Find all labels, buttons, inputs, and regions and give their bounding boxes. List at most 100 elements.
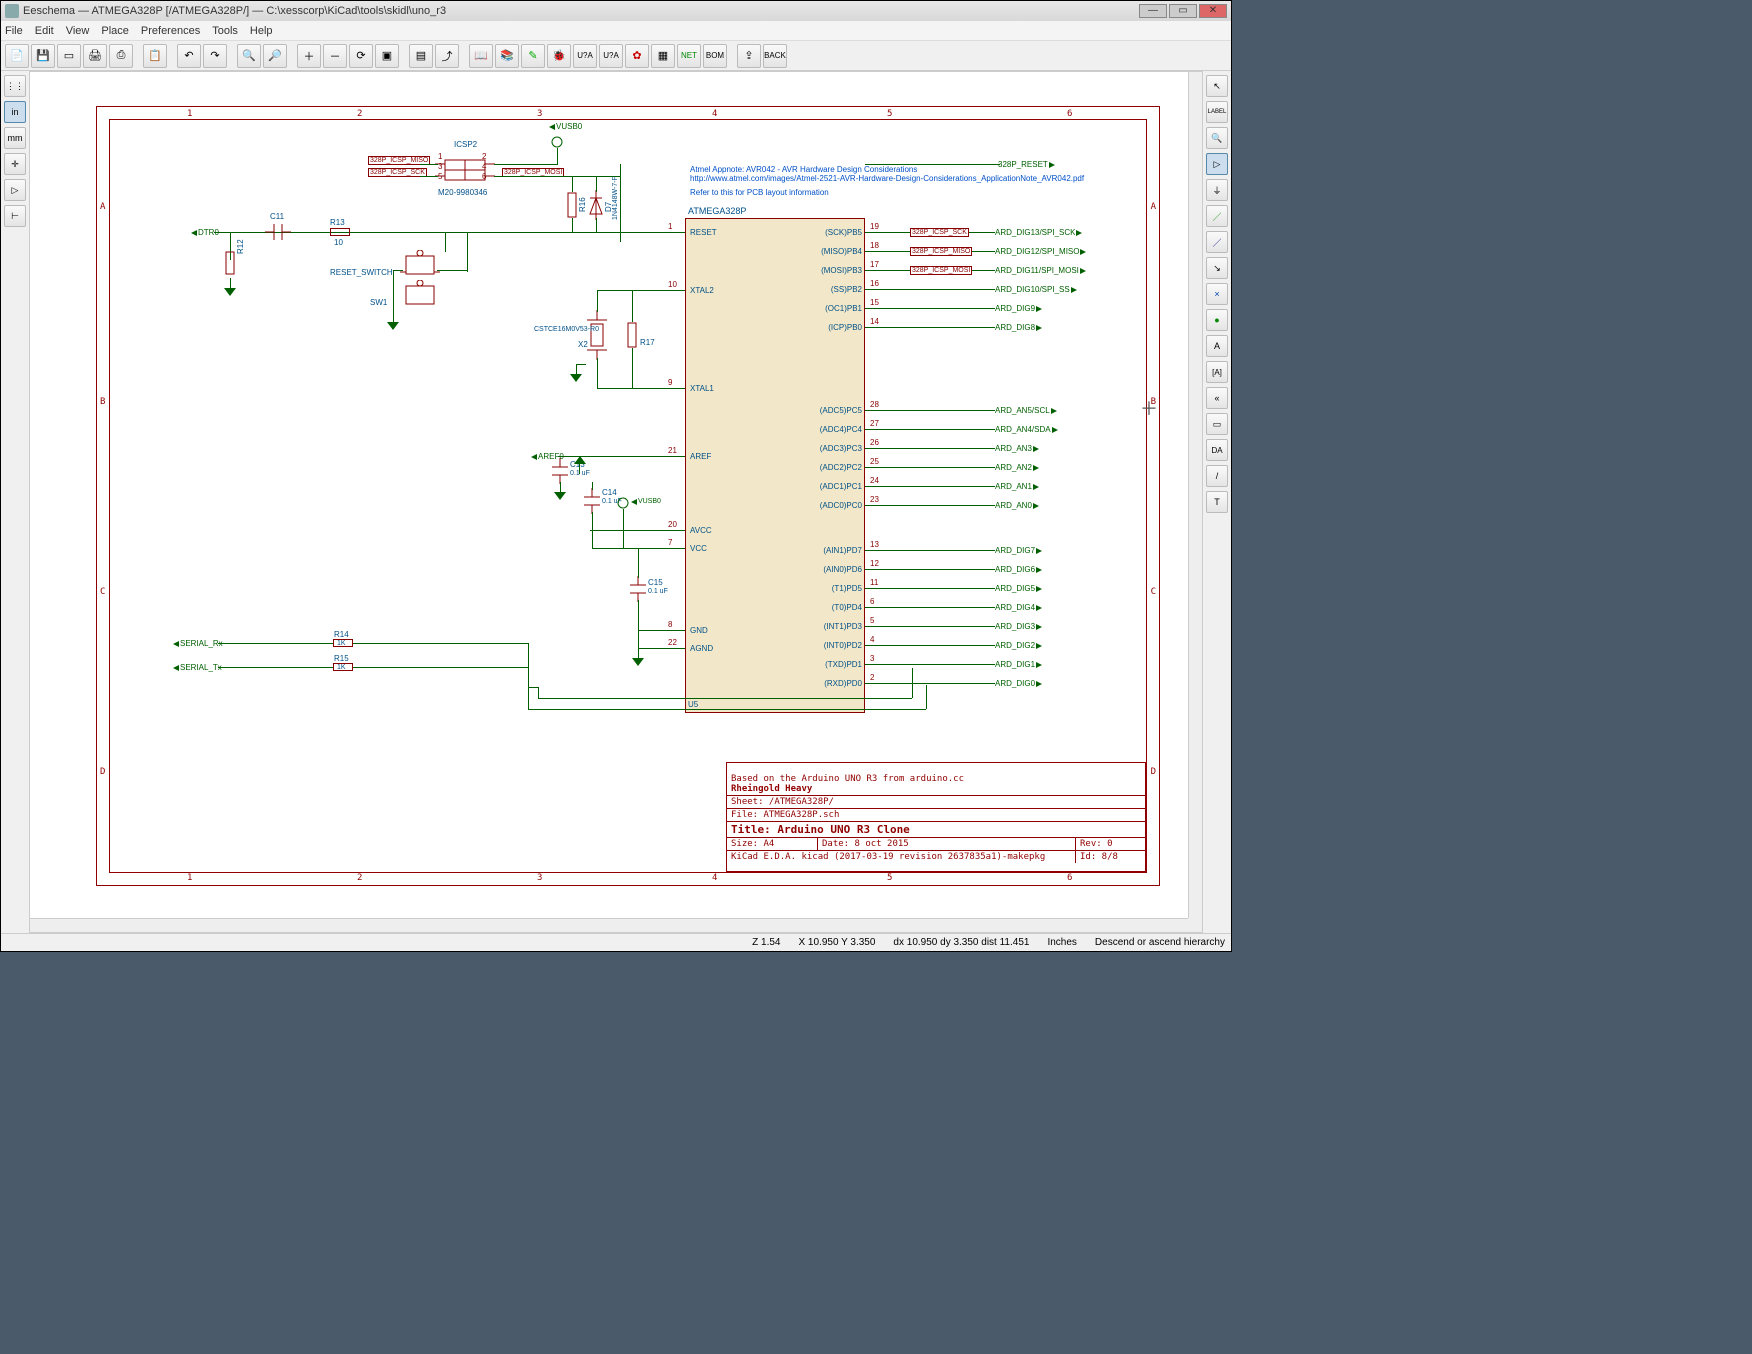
- capacitor-c14[interactable]: [584, 488, 600, 514]
- minimize-button[interactable]: —: [1139, 4, 1167, 18]
- hier-label[interactable]: ARD_AN0: [995, 501, 1042, 510]
- menu-preferences[interactable]: Preferences: [141, 25, 200, 37]
- back-icon[interactable]: BACK: [763, 44, 787, 68]
- hier-label[interactable]: ARD_DIG1: [995, 660, 1045, 669]
- close-button[interactable]: ✕: [1199, 4, 1227, 18]
- junction-icon[interactable]: ●: [1206, 309, 1228, 331]
- hier-label[interactable]: ARD_DIG3: [995, 622, 1045, 631]
- hier-label[interactable]: ARD_AN2: [995, 463, 1042, 472]
- hier-label[interactable]: ARD_AN1: [995, 482, 1042, 491]
- schematic-canvas[interactable]: 1 2 3 4 5 6 1 2 3 4 5 6 A B C D A: [29, 71, 1203, 933]
- global-label[interactable]: 328P_ICSP_MISO: [910, 247, 972, 256]
- hier-label[interactable]: ARD_DIG2: [995, 641, 1045, 650]
- global-label[interactable]: 328P_ICSP_MOSI: [910, 266, 972, 275]
- import-icon[interactable]: ⇪: [737, 44, 761, 68]
- find-icon[interactable]: 🔍: [237, 44, 261, 68]
- hier-label[interactable]: ARD_DIG12/SPI_MISO: [995, 247, 1089, 256]
- hier-label[interactable]: ARD_DIG0: [995, 679, 1045, 688]
- annotate-icon[interactable]: ✎: [521, 44, 545, 68]
- leave-sheet-icon[interactable]: ⤴: [435, 44, 459, 68]
- global-label-icon[interactable]: [A]: [1206, 361, 1228, 383]
- zoom-out-icon[interactable]: －: [323, 44, 347, 68]
- in-unit-icon[interactable]: in: [4, 101, 26, 123]
- menu-tools[interactable]: Tools: [212, 25, 238, 37]
- net-label-icon[interactable]: A: [1206, 335, 1228, 357]
- global-label[interactable]: 328P_ICSP_SCK: [368, 168, 427, 177]
- place-power-icon[interactable]: ⏚: [1206, 179, 1228, 201]
- menu-place[interactable]: Place: [101, 25, 129, 37]
- hier-label[interactable]: ARD_AN4/SDA: [995, 425, 1061, 434]
- zoom-redraw-icon[interactable]: ⟳: [349, 44, 373, 68]
- place-wire-icon[interactable]: ／: [1206, 205, 1228, 227]
- hierarchy-icon[interactable]: ▤: [409, 44, 433, 68]
- redo-icon[interactable]: ↷: [203, 44, 227, 68]
- hier-label[interactable]: ARD_DIG8: [995, 323, 1045, 332]
- grid-icon[interactable]: ⋮⋮: [4, 75, 26, 97]
- lib-browser-icon[interactable]: 📚: [495, 44, 519, 68]
- paste-icon[interactable]: 📋: [143, 44, 167, 68]
- no-connect-icon[interactable]: ×: [1206, 283, 1228, 305]
- graphic-line-icon[interactable]: /: [1206, 465, 1228, 487]
- hier-label[interactable]: ARD_DIG9: [995, 304, 1045, 313]
- hier-label[interactable]: ARD_DIG10/SPI_SS: [995, 285, 1080, 294]
- global-label[interactable]: 328P_ICSP_SCK: [910, 228, 969, 237]
- menu-view[interactable]: View: [66, 25, 90, 37]
- hier-pin-icon[interactable]: DA: [1206, 439, 1228, 461]
- menu-file[interactable]: File: [5, 25, 23, 37]
- hier-label[interactable]: ARD_DIG5: [995, 584, 1045, 593]
- find-replace-icon[interactable]: 🔎: [263, 44, 287, 68]
- menu-edit[interactable]: Edit: [35, 25, 54, 37]
- bus-dir-icon[interactable]: ⊢: [4, 205, 26, 227]
- page-settings-icon[interactable]: ▭: [57, 44, 81, 68]
- erc-icon[interactable]: 🐞: [547, 44, 571, 68]
- mm-unit-icon[interactable]: mm: [4, 127, 26, 149]
- hier-label[interactable]: ARD_DIG7: [995, 546, 1045, 555]
- place-bus-icon[interactable]: ／: [1206, 231, 1228, 253]
- cvpcb2-icon[interactable]: U?A: [599, 44, 623, 68]
- switch-sw1[interactable]: [400, 250, 440, 280]
- hier-label[interactable]: 328P_RESET: [998, 160, 1058, 169]
- bus-entry-icon[interactable]: ↘: [1206, 257, 1228, 279]
- hier-sheet-icon[interactable]: ▭: [1206, 413, 1228, 435]
- highlight-net-icon[interactable]: LABEL: [1206, 101, 1228, 123]
- net-icon[interactable]: NET: [677, 44, 701, 68]
- hier-label-icon[interactable]: «: [1206, 387, 1228, 409]
- undo-icon[interactable]: ↶: [177, 44, 201, 68]
- capacitor-c15[interactable]: [630, 576, 646, 602]
- new-icon[interactable]: 📄: [5, 44, 29, 68]
- hier-label[interactable]: ARD_DIG4: [995, 603, 1045, 612]
- zoom-in-icon[interactable]: ＋: [297, 44, 321, 68]
- hier-label[interactable]: SERIAL_Rx: [170, 639, 223, 648]
- horizontal-scrollbar[interactable]: [30, 918, 1188, 932]
- resistor-r13[interactable]: [330, 228, 350, 236]
- select-icon[interactable]: ↖: [1206, 75, 1228, 97]
- hier-label[interactable]: ARD_DIG13/SPI_SCK: [995, 228, 1085, 237]
- crystal-x2[interactable]: [585, 310, 609, 360]
- hier-label[interactable]: ARD_AN3: [995, 444, 1042, 453]
- zoom-fit-icon[interactable]: ▣: [375, 44, 399, 68]
- hier-label[interactable]: ARD_AN5/SCL: [995, 406, 1060, 415]
- diode-d7[interactable]: [588, 190, 604, 220]
- hier-label[interactable]: SERIAL_Tx: [170, 663, 222, 672]
- resistor-r12[interactable]: [224, 248, 236, 278]
- lib-editor-icon[interactable]: 📖: [469, 44, 493, 68]
- hier-label[interactable]: ARD_DIG11/SPI_MOSI: [995, 266, 1089, 275]
- menu-help[interactable]: Help: [250, 25, 273, 37]
- text-icon[interactable]: T: [1206, 491, 1228, 513]
- save-icon[interactable]: 💾: [31, 44, 55, 68]
- resistor-r16[interactable]: [566, 190, 578, 220]
- capacitor-c11[interactable]: [265, 219, 291, 245]
- zoom-area-icon[interactable]: 🔍: [1206, 127, 1228, 149]
- plot-icon[interactable]: ⎙: [109, 44, 133, 68]
- hidden-pins-icon[interactable]: ▷: [4, 179, 26, 201]
- netlist-icon[interactable]: ✿: [625, 44, 649, 68]
- resistor-r17[interactable]: [626, 320, 638, 350]
- switch-sw1b[interactable]: [400, 280, 440, 310]
- print-icon[interactable]: 🖨: [83, 44, 107, 68]
- bom-icon[interactable]: BOM: [703, 44, 727, 68]
- capacitor-c13[interactable]: [552, 458, 568, 484]
- pcb-icon[interactable]: ▦: [651, 44, 675, 68]
- maximize-button[interactable]: ▭: [1169, 4, 1197, 18]
- cvpcb-icon[interactable]: U?A: [573, 44, 597, 68]
- vertical-scrollbar[interactable]: [1188, 72, 1202, 918]
